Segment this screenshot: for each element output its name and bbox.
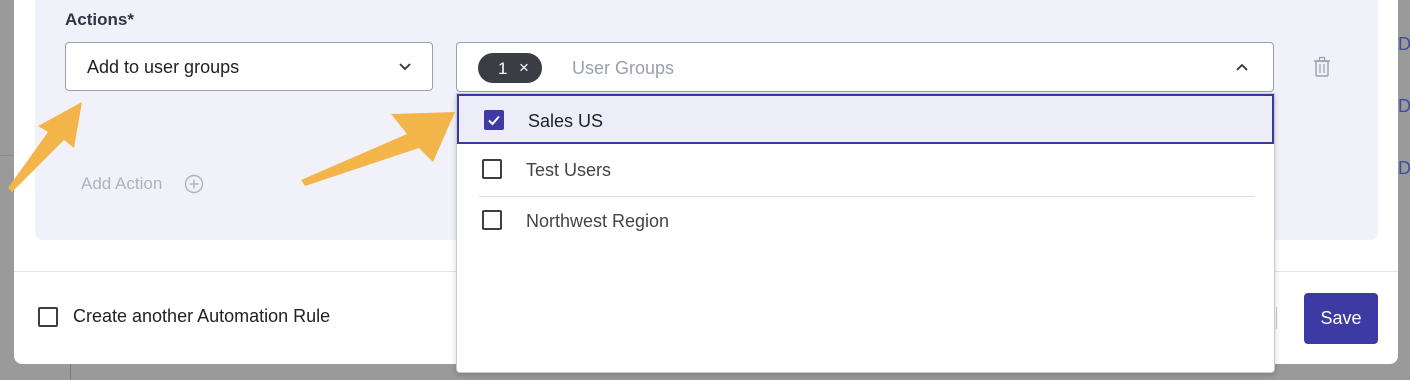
backdrop-edge-glyph: D (1398, 34, 1410, 54)
user-groups-placeholder: User Groups (572, 58, 675, 78)
annotation-arrow (301, 112, 455, 186)
backdrop-edge-glyph: D (1398, 158, 1410, 178)
selected-count-chip: 1 × (478, 53, 542, 83)
trash-icon[interactable] (1313, 56, 1331, 78)
checkmark-icon (488, 115, 500, 126)
option-label: Northwest Region (526, 211, 670, 231)
option-checkbox[interactable] (482, 159, 502, 179)
annotation-arrow (8, 102, 82, 192)
chip-count: 1 (498, 59, 508, 78)
action-type-value: Add to user groups (87, 57, 240, 77)
plus-circle-icon[interactable] (184, 174, 204, 194)
action-type-select[interactable]: Add to user groups (65, 42, 433, 91)
option-test-users[interactable]: Test Users (457, 145, 1274, 195)
user-groups-multiselect[interactable]: 1 × User Groups (456, 42, 1274, 92)
actions-label: Actions* (65, 10, 134, 29)
option-label: Sales US (528, 111, 604, 131)
option-northwest-region[interactable]: Northwest Region (457, 196, 1274, 246)
save-button[interactable]: Save (1304, 293, 1378, 344)
create-another-checkbox[interactable] (38, 307, 58, 327)
backdrop-edge-glyph: D (1398, 96, 1410, 116)
user-groups-dropdown: Sales US Test Users Northwest Region (456, 93, 1275, 373)
close-icon[interactable]: × (519, 58, 529, 78)
create-another-label: Create another Automation Rule (73, 306, 331, 326)
option-label: Test Users (526, 160, 612, 180)
option-sales-us[interactable]: Sales US (457, 94, 1274, 144)
option-checkbox[interactable] (484, 110, 504, 130)
backdrop-divider (70, 362, 71, 380)
option-checkbox[interactable] (482, 210, 502, 230)
chevron-up-icon[interactable] (1235, 60, 1249, 74)
chevron-down-icon (399, 63, 411, 71)
